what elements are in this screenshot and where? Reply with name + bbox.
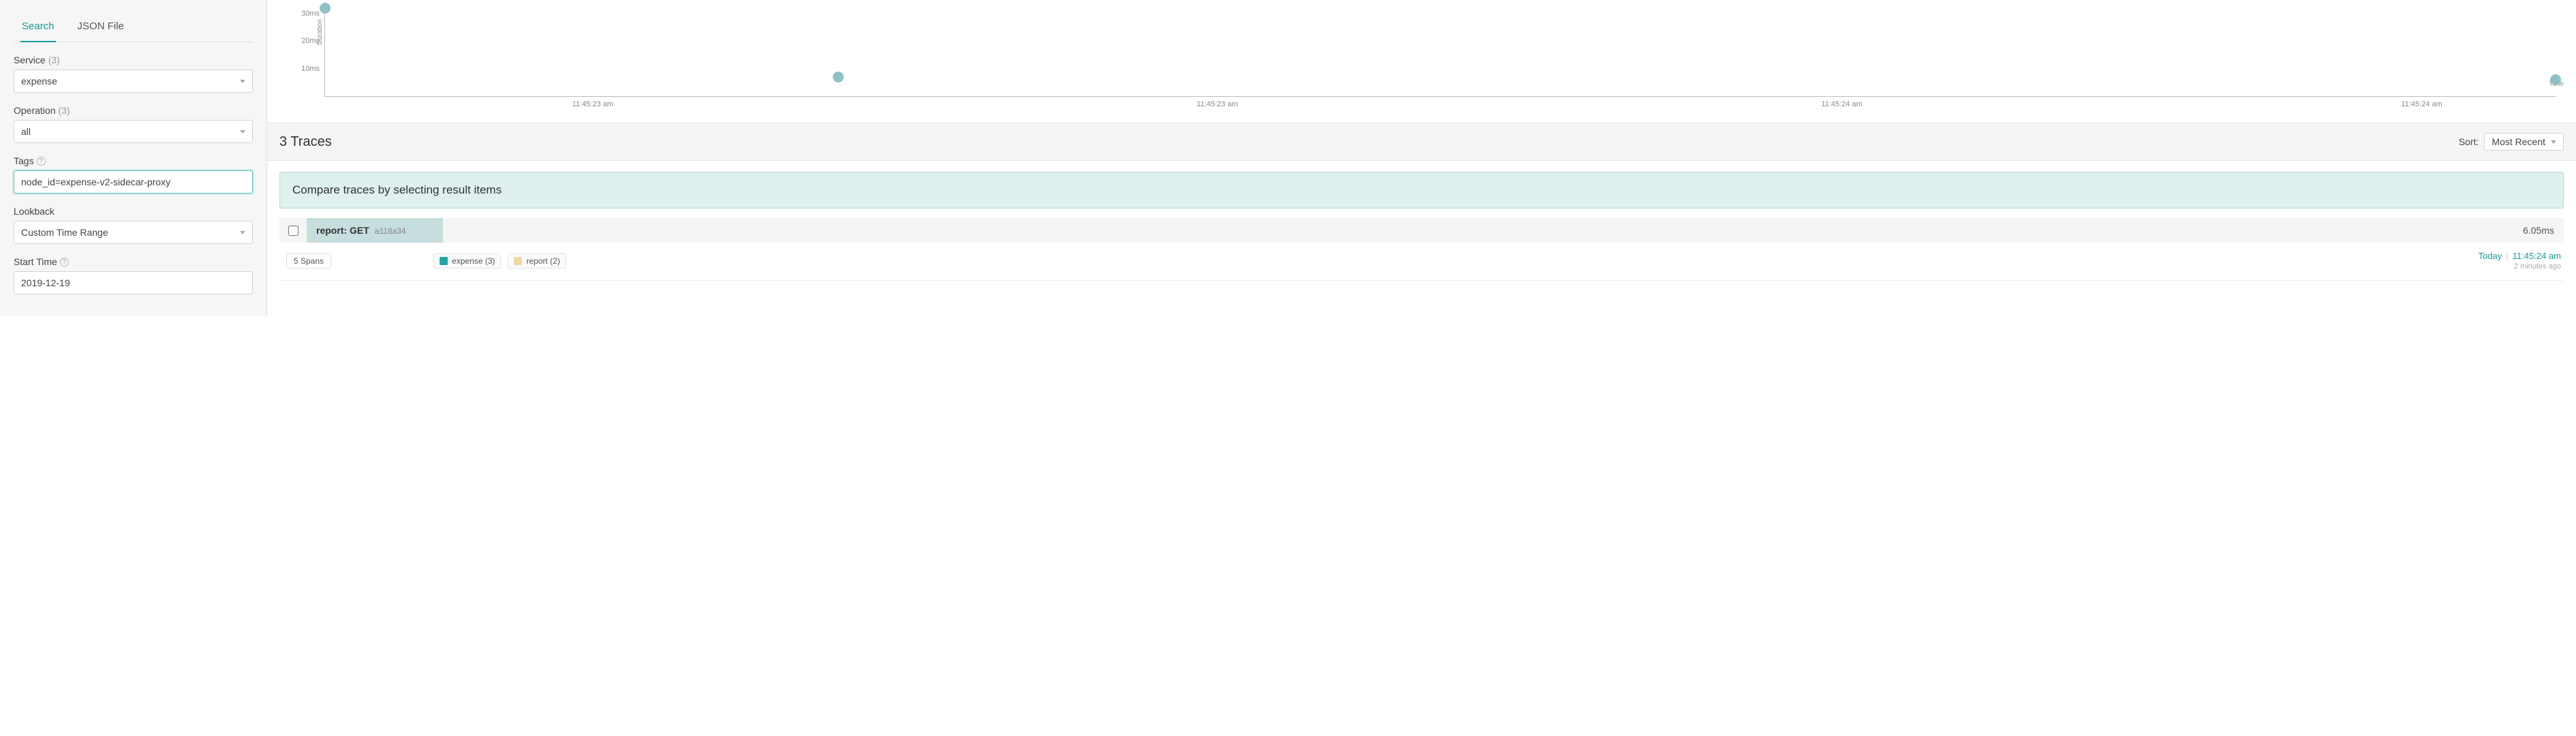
tab-search[interactable]: Search: [20, 15, 56, 42]
start-time-input[interactable]: 2019-12-19: [14, 271, 253, 294]
operation-count: (3): [58, 105, 70, 116]
search-sidebar: Search JSON File Service (3) expense Ope…: [0, 0, 267, 316]
operation-field: Operation (3) all: [14, 105, 253, 143]
trace-duration: 6.05ms: [2513, 218, 2564, 243]
x-tick: 11:45:23 am: [1197, 100, 1238, 108]
operation-select[interactable]: all: [14, 120, 253, 143]
service-swatch: [514, 257, 522, 265]
y-tick: 10ms: [292, 65, 320, 73]
duration-chart: Duration Time 10ms20ms30ms11:45:23 am11:…: [279, 5, 2564, 117]
spans-badge: 5 Spans: [286, 254, 331, 269]
tags-input[interactable]: node_id=expense-v2-sidecar-proxy: [14, 170, 253, 194]
x-tick: 11:45:24 am: [1821, 100, 1862, 108]
trace-title: report: GET: [316, 225, 369, 236]
service-tag: expense (3): [433, 254, 501, 269]
service-tag-label: report (2): [526, 256, 559, 266]
service-label: Service (3): [14, 55, 253, 65]
start-time-field: Start Time ? 2019-12-19: [14, 256, 253, 294]
operation-value: all: [21, 126, 31, 137]
compare-banner: Compare traces by selecting result items: [279, 172, 2564, 209]
trace-id: a118a34: [375, 226, 406, 236]
x-tick: 11:45:24 am: [2401, 100, 2442, 108]
service-swatch: [440, 257, 448, 265]
tags-label-text: Tags: [14, 155, 34, 166]
lookback-value: Custom Time Range: [21, 227, 108, 238]
sort-label: Sort:: [2459, 136, 2479, 147]
sort-select[interactable]: Most Recent: [2484, 133, 2564, 151]
chevron-down-icon: [240, 231, 245, 234]
lookback-label: Lookback: [14, 206, 253, 217]
chart-area: Duration Time 10ms20ms30ms11:45:23 am11:…: [267, 0, 2576, 123]
chevron-down-icon: [240, 130, 245, 134]
service-select[interactable]: expense: [14, 70, 253, 93]
start-time-label: Start Time ?: [14, 256, 253, 267]
separator: |: [2502, 251, 2512, 261]
service-count: (3): [48, 55, 60, 65]
sidebar-tabs: Search JSON File: [14, 10, 253, 42]
trace-checkbox[interactable]: [288, 226, 298, 236]
service-label-text: Service: [14, 55, 46, 65]
service-value: expense: [21, 76, 57, 87]
operation-label: Operation (3): [14, 105, 253, 116]
lookback-select[interactable]: Custom Time Range: [14, 221, 253, 244]
tab-json-file[interactable]: JSON File: [76, 15, 125, 42]
chevron-down-icon: [240, 80, 245, 83]
service-field: Service (3) expense: [14, 55, 253, 93]
data-point[interactable]: [833, 72, 844, 82]
trace-checkbox-wrap: [279, 218, 307, 243]
data-point[interactable]: [320, 3, 331, 14]
help-icon[interactable]: ?: [60, 258, 69, 266]
trace-time: Today|11:45:24 am 2 minutes ago: [2479, 251, 2564, 271]
results-heading: 3 Traces: [279, 134, 332, 150]
x-tick: 11:45:23 am: [572, 100, 613, 108]
trace-meta: 5 Spans expense (3) report (2) Today|11:4…: [279, 243, 2564, 280]
main-content: Duration Time 10ms20ms30ms11:45:23 am11:…: [267, 0, 2576, 316]
trace-today: Today: [2479, 251, 2502, 261]
service-tags: expense (3) report (2): [433, 254, 566, 269]
service-tag: report (2): [508, 254, 566, 269]
y-tick: 30ms: [292, 10, 320, 18]
sort-value: Most Recent: [2491, 136, 2545, 147]
results-header: 3 Traces Sort: Most Recent: [267, 123, 2576, 161]
sort-group: Sort: Most Recent: [2459, 133, 2564, 151]
chart-plot: 10ms20ms30ms11:45:23 am11:45:23 am11:45:…: [324, 8, 2556, 97]
service-tag-label: expense (3): [452, 256, 495, 266]
trace-ago: 2 minutes ago: [2479, 262, 2561, 271]
lookback-field: Lookback Custom Time Range: [14, 206, 253, 244]
y-tick: 20ms: [292, 37, 320, 45]
operation-label-text: Operation: [14, 105, 55, 116]
trace-row: report: GET a118a34 6.05ms 5 Spans expen…: [279, 218, 2564, 281]
tags-field: Tags ? node_id=expense-v2-sidecar-proxy: [14, 155, 253, 194]
start-time-label-text: Start Time: [14, 256, 57, 267]
tags-label: Tags ?: [14, 155, 253, 166]
help-icon[interactable]: ?: [37, 157, 46, 166]
lookback-label-text: Lookback: [14, 206, 55, 217]
data-point[interactable]: [2550, 74, 2561, 85]
trace-clock: 11:45:24 am: [2513, 251, 2561, 261]
trace-title-wrap[interactable]: report: GET a118a34: [307, 218, 443, 243]
chevron-down-icon: [2551, 140, 2556, 144]
trace-head: report: GET a118a34 6.05ms: [279, 218, 2564, 243]
